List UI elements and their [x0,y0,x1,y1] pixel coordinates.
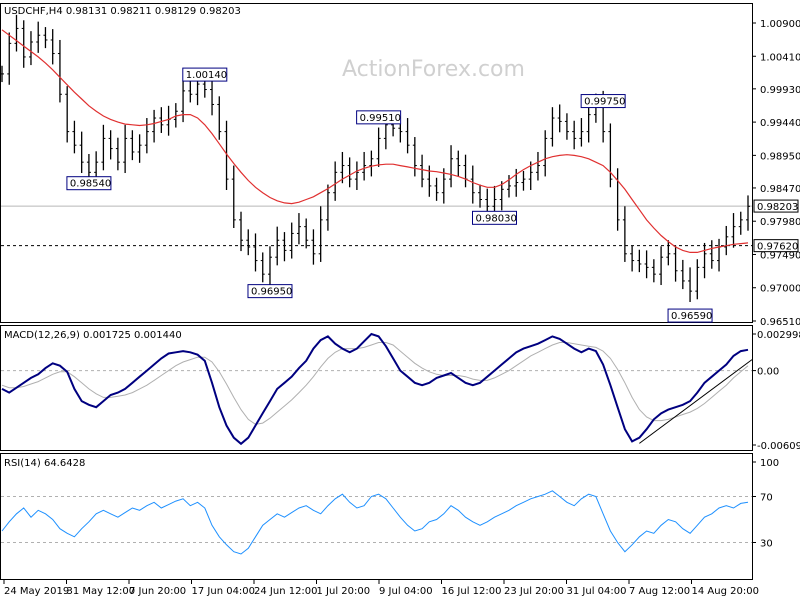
x-tick-label: 31 May 12:00 [67,586,136,597]
price-y-axis: 1.00900 1.00410 0.99930 0.99440 0.98950 0.984… [752,19,800,328]
rsi-tick-label: 70 [760,493,773,504]
price-tick-label: 1.00410 [760,52,800,63]
x-tick-label: 31 Jul 04:00 [567,586,627,597]
x-tick-label: 1 Jul 20:00 [317,586,371,597]
rsi-y-axis: 100 70 30 [752,458,779,550]
x-tick-label: 14 Aug 20:00 [692,586,759,597]
price-tick-label: 1.00900 [760,19,800,30]
x-tick-label: 9 Jul 04:00 [379,586,433,597]
price-annotation-label: 0.96950 [251,287,292,298]
price-annotation-label: 0.96590 [671,311,712,322]
symbol-header: USDCHF,H4 0.98131 0.98211 0.98129 0.9820… [4,6,241,17]
price-tick-label: 0.99930 [760,85,800,96]
price-annotation-label: 0.98030 [476,213,517,224]
support-level-label: 0.97620 [757,242,798,253]
price-tick-label: 0.97000 [760,284,800,295]
macd-tick-label: 0.00 [757,367,779,378]
x-tick-label: 24 Jun 12:00 [254,586,318,597]
price-tick-label: 0.97980 [760,217,800,228]
x-tick-label: 23 Jul 20:00 [504,586,564,597]
x-axis: 24 May 201931 May 12:007 Jun 20:00 17 Jun… [3,580,759,597]
chart-svg: ActionForex.com USDCHF,H4 0.98131 0.9821… [0,3,800,597]
rsi-tick-label: 30 [760,539,773,550]
chart-root: ActionForex.com USDCHF,H4 0.98131 0.9821… [0,0,800,600]
macd-header: MACD(12,26,9) 0.001725 0.001440 [4,330,182,341]
price-tick-label: 0.98950 [760,151,800,162]
x-tick-label: 7 Aug 12:00 [629,586,690,597]
macd-tick-label: -0.006097 [757,441,800,452]
rsi-header: RSI(14) 64.6428 [4,458,85,469]
price-panel-frame [0,3,753,323]
price-tick-label: 0.99440 [760,118,800,129]
watermark: ActionForex.com [342,57,525,82]
x-tick-label: 7 Jun 20:00 [129,586,186,597]
x-tick-label: 16 Jul 12:00 [442,586,502,597]
rsi-tick-label: 100 [760,458,779,469]
price-annotation-label: 1.00140 [186,70,227,81]
macd-tick-label: 0.002998 [757,330,800,341]
x-tick-label: 17 Jun 04:00 [192,586,256,597]
price-tick-label: 0.96510 [760,317,800,328]
rsi-panel-frame [0,453,753,580]
x-tick-label: 24 May 2019 [4,586,69,597]
price-annotation-label: 0.99510 [360,113,401,124]
price-tick-label: 0.98470 [760,184,800,195]
price-annotation-label: 0.99750 [584,97,625,108]
price-annotation-label: 0.98540 [70,179,111,190]
macd-panel-frame [0,325,753,451]
current-price-label: 0.98203 [757,202,798,213]
